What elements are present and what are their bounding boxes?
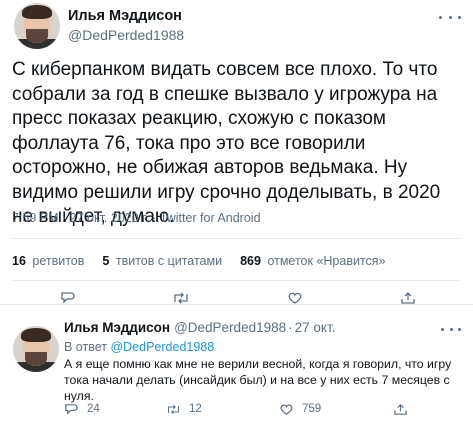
separator: · — [288, 320, 293, 335]
divider — [12, 280, 461, 281]
tweet-stats: 16 ретвитов 5 твитов с цитатами 869 отме… — [12, 254, 404, 268]
reply-to-handle[interactable]: @DedPerded1988 — [110, 340, 214, 354]
tweet-metadata[interactable]: 7:59 PM · 27 окт. 2020 г. · Twitter for … — [12, 211, 261, 225]
reply-header: Илья Мэддисон @DedPerded1988 · 27 окт. — [64, 320, 335, 335]
more-options-icon[interactable] — [441, 324, 461, 334]
reply-to-line: В ответ @DedPerded1988 — [64, 340, 214, 354]
retweet-icon — [167, 404, 180, 414]
main-tweet-actions — [0, 284, 473, 304]
author-handle[interactable]: @DedPerded1988 — [68, 27, 184, 43]
retweet-count: 12 — [189, 403, 202, 415]
main-tweet: Илья Мэддисон @DedPerded1988 С киберпанк… — [0, 0, 473, 305]
likes-label: отметок «Нравится» — [267, 254, 386, 268]
like-icon — [280, 404, 293, 415]
quotes-label: твитов с цитатами — [115, 254, 223, 268]
tweet-text: С киберпанком видать совсем все плохо. Т… — [12, 59, 441, 227]
retweets-count: 16 — [12, 254, 26, 268]
retweet-icon[interactable] — [172, 292, 190, 304]
like-action[interactable]: 759 — [279, 401, 321, 417]
likes-count: 869 — [240, 254, 261, 268]
share-icon — [394, 403, 407, 415]
reply-author-name[interactable]: Илья Мэддисон — [64, 320, 170, 335]
likes-stat[interactable]: 869 отметок «Нравится» — [240, 254, 385, 268]
avatar[interactable] — [13, 326, 59, 372]
reply-action[interactable]: 24 — [64, 401, 100, 417]
retweets-stat[interactable]: 16 ретвитов — [12, 254, 84, 268]
reply-author-handle[interactable]: @DedPerded1988 — [174, 320, 286, 335]
reply-icon — [65, 403, 78, 415]
more-options-icon[interactable] — [439, 10, 461, 24]
divider — [12, 238, 461, 239]
reply-count: 24 — [87, 403, 100, 415]
author-name[interactable]: Илья Мэддисон — [68, 8, 182, 24]
retweet-action[interactable]: 12 — [166, 401, 202, 417]
share-action[interactable] — [393, 401, 416, 417]
quotes-stat[interactable]: 5 твитов с цитатами — [102, 254, 222, 268]
reply-time[interactable]: 27 окт. — [295, 320, 336, 335]
share-icon[interactable] — [400, 292, 416, 304]
like-icon[interactable] — [287, 292, 303, 304]
reply-to-prefix: В ответ — [64, 340, 107, 354]
reply-text: А я еще помню как мне не верили весной, … — [64, 357, 452, 403]
reply-icon[interactable] — [60, 292, 76, 304]
avatar[interactable] — [14, 3, 60, 49]
retweets-label: ретвитов — [32, 254, 85, 268]
quotes-count: 5 — [102, 254, 110, 268]
like-count: 759 — [302, 403, 322, 415]
